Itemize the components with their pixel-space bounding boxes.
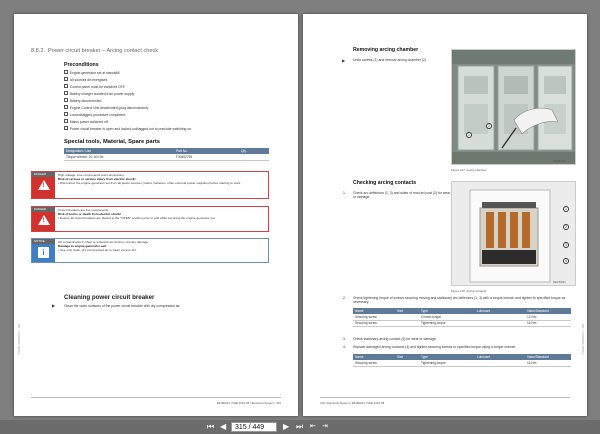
section-title: Power circuit breaker – Arcing contact c… — [48, 48, 159, 54]
table-cell — [475, 320, 525, 328]
back-icon[interactable]: ⇤ — [310, 422, 316, 432]
figure-148-caption: Figure 148: Arcing contacts — [451, 289, 487, 293]
checking-heading: Checking arcing contacts — [353, 180, 417, 186]
table-row: Torque wrench, 10–60 Nm F30452769 — [64, 154, 269, 161]
notice-bullet-text: Disconnect the engine-generator set from… — [59, 181, 242, 186]
notice-bullet: • Disconnect the engine-generator set fr… — [58, 181, 242, 186]
notice-bullet: • Use only clean, dry compressed air to … — [58, 248, 137, 253]
exclamation-icon: ! — [42, 183, 45, 189]
removing-heading: Removing arcing chamber — [353, 47, 419, 53]
page-316: Removing arcing chamber ▶ Undo screws (1… — [303, 14, 587, 416]
cleaning-step: Clean the outer surfaces of the power ci… — [64, 304, 181, 308]
next-page-icon[interactable]: ▶ — [283, 422, 289, 432]
table-cell: Securing screw — [353, 320, 395, 328]
list-item: Locked/tagged procedure completed. — [64, 112, 126, 117]
page-footer: 316 | Electrical System | E5180014 | 5HE… — [320, 401, 385, 405]
exclamation-icon: ! — [42, 218, 45, 224]
step-number: 4. — [343, 345, 346, 349]
footer-rule — [31, 397, 281, 398]
notice-bullet: • Ensure all circuit breakers are placed… — [58, 216, 216, 221]
document-viewer: 8.8.2. Power circuit breaker – Arcing co… — [0, 0, 600, 420]
forward-icon[interactable]: ⇥ — [322, 422, 328, 432]
list-item: All sources de-energised. — [64, 77, 108, 82]
figure-147-caption: Figure 147: Arcing chamber — [451, 168, 487, 172]
callout-4: 4 — [563, 258, 569, 264]
table-cell — [395, 360, 419, 367]
step-number: 1. — [343, 191, 346, 195]
notice-body: Circuit breakers are live components. Ri… — [58, 208, 266, 220]
danger-symbol: ! — [32, 177, 55, 198]
list-item: Power circuit breaker is open and locked… — [64, 126, 192, 131]
table-row: Securing screw Tightening torque 16 Nm — [353, 360, 571, 367]
checking-step-1: Check arc deflectors (1, 3) and sides of… — [353, 191, 451, 200]
side-document-id: TIM-ID: 0000053777 - 001 — [582, 323, 585, 354]
checking-step-2: Check tightening torque of screws securi… — [353, 296, 566, 305]
callout-1: 1 — [563, 206, 569, 212]
tools-table: Designation / Use Part No. Qty. Torque w… — [64, 148, 269, 161]
torque-table-2: Name Size Type Lubricant Value/Standard … — [353, 354, 571, 367]
callout-2: 2 — [563, 224, 569, 230]
callout-3: 3 — [563, 242, 569, 248]
table-cell: Torque wrench, 10–60 Nm — [64, 154, 174, 161]
arcing-chamber-illustration — [452, 50, 575, 164]
table-cell: Securing screw — [353, 360, 395, 367]
figure-147-code: SE1000823 — [553, 160, 566, 163]
notice-body: Oil contaminants in shop or onboard can … — [58, 240, 266, 252]
page-number-input[interactable]: 315 / 449 — [231, 422, 277, 432]
list-item: Mains power switched off. — [64, 119, 109, 124]
first-page-icon[interactable]: ⏮ — [207, 422, 214, 432]
info-icon: i — [38, 247, 49, 258]
info-symbol: i — [32, 244, 55, 262]
arcing-contacts-illustration — [452, 182, 575, 285]
arcing-chamber-photo: 1 2 — [451, 49, 576, 165]
table-cell: Tightening torque — [419, 320, 475, 328]
notice-body: High voltage. Live components and connec… — [58, 173, 266, 185]
cleaning-heading: Cleaning power circuit breaker — [64, 294, 155, 301]
danger-notice-1: DANGER ! High voltage. Live components a… — [31, 171, 269, 199]
torque-table-1: Name Size Type Lubricant Value/Standard … — [353, 308, 571, 328]
checking-step-3: Check stationary arcing contact (4) for … — [353, 337, 437, 341]
side-document-id: TIM-ID: 0000053777 - 001 — [18, 323, 21, 354]
table-cell — [475, 360, 525, 367]
viewer-toolbar: ⏮ ◀ 315 / 449 ▶ ⏭ ⇤ ⇥ — [0, 420, 600, 434]
list-item: Battery disconnected. — [64, 98, 103, 103]
step-arrow-icon: ▶ — [52, 303, 56, 308]
callout-1: 1 — [466, 132, 472, 138]
table-cell — [395, 320, 419, 328]
danger-notice-2: DANGER ! Circuit breakers are live compo… — [31, 206, 269, 232]
step-number: 3. — [343, 337, 346, 341]
section-number: 8.8.2. — [31, 48, 45, 54]
list-item: Engine Control Unit deactivated (plug di… — [64, 105, 149, 110]
last-page-icon[interactable]: ⏭ — [296, 422, 303, 432]
list-item: Engine-generator set at standstill. — [64, 70, 121, 75]
table-cell: 16 Nm — [525, 320, 571, 328]
notice-bullet-text: Ensure all circuit breakers are placed i… — [59, 216, 216, 221]
checking-step-4: Replace damaged arcing contacts (4) and … — [353, 345, 517, 349]
previous-page-icon[interactable]: ◀ — [220, 422, 226, 432]
page-footer: E5180014 | 5HE 2016-08 | Electrical Syst… — [216, 401, 281, 405]
removing-step: Undo screws (1) and remove arcing chambe… — [353, 58, 427, 62]
footer-rule — [320, 397, 570, 398]
info-notice: NOTICE i Oil contaminants in shop or onb… — [31, 238, 269, 263]
list-item: Battery charger isolated from power supp… — [64, 91, 135, 96]
step-arrow-icon: ▶ — [342, 58, 346, 63]
list-item: Control panel must be switched OFF. — [64, 84, 126, 89]
preconditions-heading: Preconditions — [64, 62, 99, 68]
figure-148-code: SE1000824 — [553, 281, 566, 284]
step-number: 2. — [343, 296, 346, 300]
notice-bullet-text: Use only clean, dry compressed air to cl… — [59, 248, 137, 253]
callout-2: 2 — [486, 123, 492, 129]
table-cell: Tightening torque — [419, 360, 475, 367]
arcing-contacts-photo: 1 2 3 4 — [451, 181, 576, 286]
table-cell — [239, 154, 269, 161]
page-315: 8.8.2. Power circuit breaker – Arcing co… — [14, 14, 298, 416]
tools-heading: Special tools, Material, Spare parts — [64, 139, 161, 145]
table-row: Securing screw Tightening torque 16 Nm — [353, 320, 571, 328]
table-cell: 16 Nm — [525, 360, 571, 367]
table-cell: F30452769 — [174, 154, 239, 161]
danger-symbol: ! — [32, 212, 55, 231]
